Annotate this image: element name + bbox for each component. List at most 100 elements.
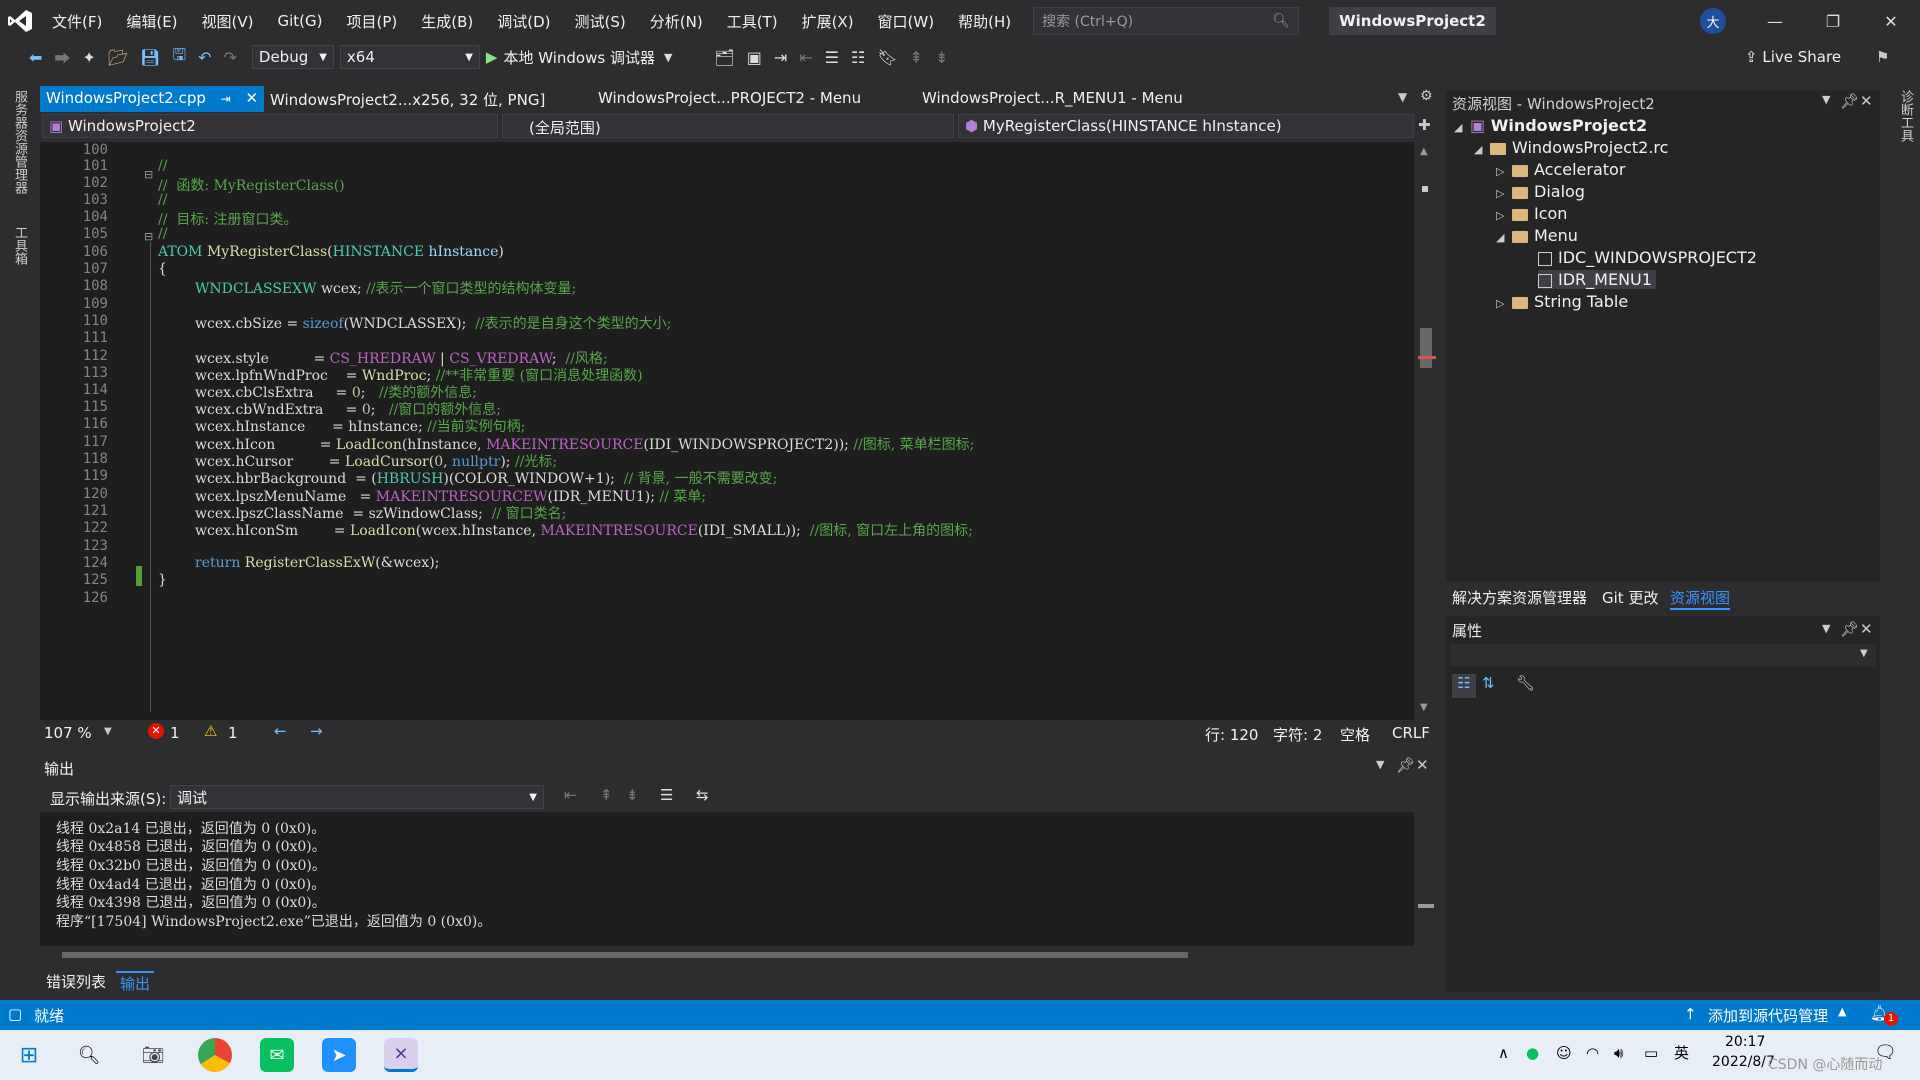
search-icon[interactable]: 🔍︎ [72, 1038, 106, 1072]
menu-test[interactable]: 测试(S) [563, 11, 638, 32]
bookmark-icon[interactable]: 🔖︎ [874, 48, 900, 67]
back-icon[interactable]: ⬅ [26, 48, 45, 67]
live-share-button[interactable]: ⇪ Live Share [1745, 48, 1841, 66]
battery-icon[interactable]: ▭ [1644, 1044, 1658, 1062]
restore-button[interactable]: ❐ [1804, 0, 1862, 42]
wifi-icon[interactable]: ◠ [1586, 1044, 1599, 1062]
tab-output[interactable]: 输出 [116, 971, 155, 994]
tree-menu-idr-menu1[interactable]: IDR_MENU1 [1538, 270, 1656, 289]
categorized-icon[interactable]: ☷ [1452, 674, 1476, 698]
collapse-icon[interactable]: ⊟ [144, 168, 153, 181]
clock-date[interactable]: 2022/8/7 [1712, 1054, 1775, 1070]
wechat-tray-icon[interactable]: ● [1526, 1044, 1539, 1062]
tab-icon-png[interactable]: WindowsProject2...x256, 32 位, PNG] [264, 86, 551, 112]
tab-windowsproject2-cpp[interactable]: WindowsProject2.cpp ⇥ ✕ [40, 86, 264, 112]
code-line-124[interactable]: return RegisterClassExW(&wcex); [195, 555, 439, 571]
action-center-icon[interactable]: 🗨︎ [1874, 1042, 1897, 1063]
search-box[interactable]: 搜索 (Ctrl+Q) 🔍︎ [1033, 7, 1300, 35]
pin-icon[interactable]: ⇥ [221, 92, 231, 106]
expanded-icon[interactable]: ◢ [1454, 121, 1470, 134]
error-icon[interactable]: ✕ [148, 723, 164, 739]
tree-item-string-table[interactable]: ▷ String Table [1496, 292, 1628, 311]
forward-icon[interactable]: ⮕ [51, 45, 73, 69]
collapsed-icon[interactable]: ▷ [1496, 297, 1512, 310]
code-line-104[interactable]: // 目标: 注册窗口类。 [158, 209, 298, 229]
expanded-icon[interactable]: ◢ [1496, 231, 1512, 244]
code-line-116[interactable]: wcex.hInstance = hInstance; //当前实例句柄; [195, 416, 525, 436]
column-position[interactable]: 字符: 2 [1273, 724, 1322, 745]
comment-icon[interactable]: ☰ [822, 48, 842, 67]
code-line-102[interactable]: // 函数: MyRegisterClass() [158, 175, 345, 195]
tree-rc-file[interactable]: ◢ WindowsProject2.rc [1474, 138, 1668, 157]
expanded-icon[interactable]: ◢ [1474, 143, 1490, 156]
menu-help[interactable]: 帮助(H) [946, 11, 1023, 32]
scrollbar-thumb[interactable] [1420, 328, 1432, 368]
output-source-dropdown[interactable]: 调试 ▼ [170, 785, 544, 809]
next-bookmark-icon[interactable]: ⇟ [932, 48, 951, 67]
tab-git-changes[interactable]: Git 更改 [1602, 587, 1658, 608]
tab-error-list[interactable]: 错误列表 [46, 971, 106, 992]
zoom-level[interactable]: 107 % [44, 724, 92, 742]
code-line-119[interactable]: wcex.hbrBackground = (HBRUSH)(COLOR_WIND… [195, 468, 777, 488]
server-explorer-tab[interactable]: 服务器资源管理器 [10, 90, 29, 194]
screenshot-icon[interactable]: ▣ [744, 48, 765, 67]
menu-tools[interactable]: 工具(T) [715, 11, 790, 32]
code-line-122[interactable]: wcex.hIconSm = LoadIcon(wcex.hInstance, … [195, 520, 973, 540]
output-vertical-scrollbar[interactable] [1414, 812, 1438, 946]
step-into-icon[interactable]: ⇥ [771, 48, 790, 67]
start-debugging-button[interactable]: 本地 Windows 调试器 [503, 47, 655, 68]
save-icon[interactable]: 💾︎ [137, 48, 163, 67]
menu-window[interactable]: 窗口(W) [866, 11, 947, 32]
undo-icon[interactable]: ↶ [195, 48, 214, 67]
platform-dropdown[interactable]: x64 ▼ [339, 45, 480, 69]
add-to-source-control-button[interactable]: 添加到源代码管理 [1708, 1005, 1828, 1026]
gear-icon[interactable]: ⚙ [1420, 88, 1433, 104]
code-line-125[interactable]: } [158, 572, 167, 588]
tree-item-dialog[interactable]: ▷ Dialog [1496, 182, 1585, 201]
code-editor[interactable]: 100 101 102 103 104 105 106 107 108 109 110 111 112 1… [40, 142, 1438, 720]
close-icon[interactable]: ✕ [1416, 756, 1429, 774]
feedback-icon[interactable]: ⚑ [1876, 48, 1889, 66]
camera-app-icon[interactable]: 📷︎ [136, 1038, 170, 1072]
scroll-up-icon[interactable]: ▲ [1420, 146, 1428, 157]
start-debugging-icon[interactable]: ▶ [486, 48, 498, 66]
menu-project[interactable]: 项目(P) [335, 11, 410, 32]
search-input[interactable]: 搜索 (Ctrl+Q) [1042, 11, 1133, 31]
code-line-105[interactable]: // [158, 226, 167, 242]
tab-solution-explorer[interactable]: 解决方案资源管理器 [1452, 587, 1587, 608]
pin-icon[interactable]: 📌︎ [1840, 92, 1859, 110]
tree-root-project[interactable]: ◢ ▣ WindowsProject2 [1454, 116, 1647, 135]
property-pages-icon[interactable]: 🔧︎ [1516, 674, 1535, 692]
collapse-icon[interactable]: ⊟ [144, 230, 153, 243]
split-editor-icon[interactable]: ✚ [1418, 116, 1431, 134]
windows-start-icon[interactable]: ⊞ [12, 1038, 46, 1072]
tree-item-menu[interactable]: ◢ Menu [1496, 226, 1578, 245]
menu-extensions[interactable]: 扩展(X) [790, 11, 866, 32]
scrollbar-thumb[interactable] [1418, 904, 1434, 908]
code-line-101[interactable]: // [158, 158, 167, 174]
output-text-area[interactable]: 线程 0x2a14 已退出，返回值为 0 (0x0)。 线程 0x4858 已退… [40, 812, 1438, 946]
chevron-down-icon[interactable]: ▼ [1822, 622, 1830, 635]
next-message-icon[interactable]: ⇟ [626, 786, 639, 804]
diagnostic-tools-tab[interactable]: 诊断工具 [1896, 90, 1915, 142]
tree-item-accelerator[interactable]: ▷ Accelerator [1496, 160, 1625, 179]
tree-menu-idc[interactable]: IDC_WINDOWSPROJECT2 [1538, 248, 1757, 267]
indent-mode[interactable]: 空格 [1340, 724, 1370, 745]
previous-issue-icon[interactable]: ← [274, 722, 287, 740]
code-line-103[interactable]: // [158, 192, 167, 208]
collapsed-icon[interactable]: ▷ [1496, 187, 1512, 200]
code-line-106[interactable]: ATOM MyRegisterClass(HINSTANCE hInstance… [158, 244, 504, 260]
chevron-down-icon[interactable]: ▼ [1822, 93, 1830, 106]
solution-explorer-icon[interactable]: 🗂︎ [711, 48, 737, 67]
configuration-dropdown[interactable]: Debug ▼ [251, 45, 334, 69]
tab-menu-r-menu1[interactable]: WindowsProject...R_MENU1 - Menu [916, 86, 1189, 112]
prev-bookmark-icon[interactable]: ⇞ [907, 48, 926, 67]
chevron-down-icon[interactable]: ▼ [1376, 758, 1384, 771]
close-icon[interactable]: ✕ [1860, 620, 1873, 638]
open-file-icon[interactable]: 📂︎ [105, 48, 131, 67]
chevron-up-icon[interactable]: ▲ [1838, 1005, 1846, 1018]
pin-icon[interactable]: 📌︎ [1840, 620, 1859, 638]
menu-debug[interactable]: 调试(D) [485, 11, 562, 32]
clock-time[interactable]: 20:17 [1725, 1034, 1765, 1050]
menu-view[interactable]: 视图(V) [190, 11, 266, 32]
